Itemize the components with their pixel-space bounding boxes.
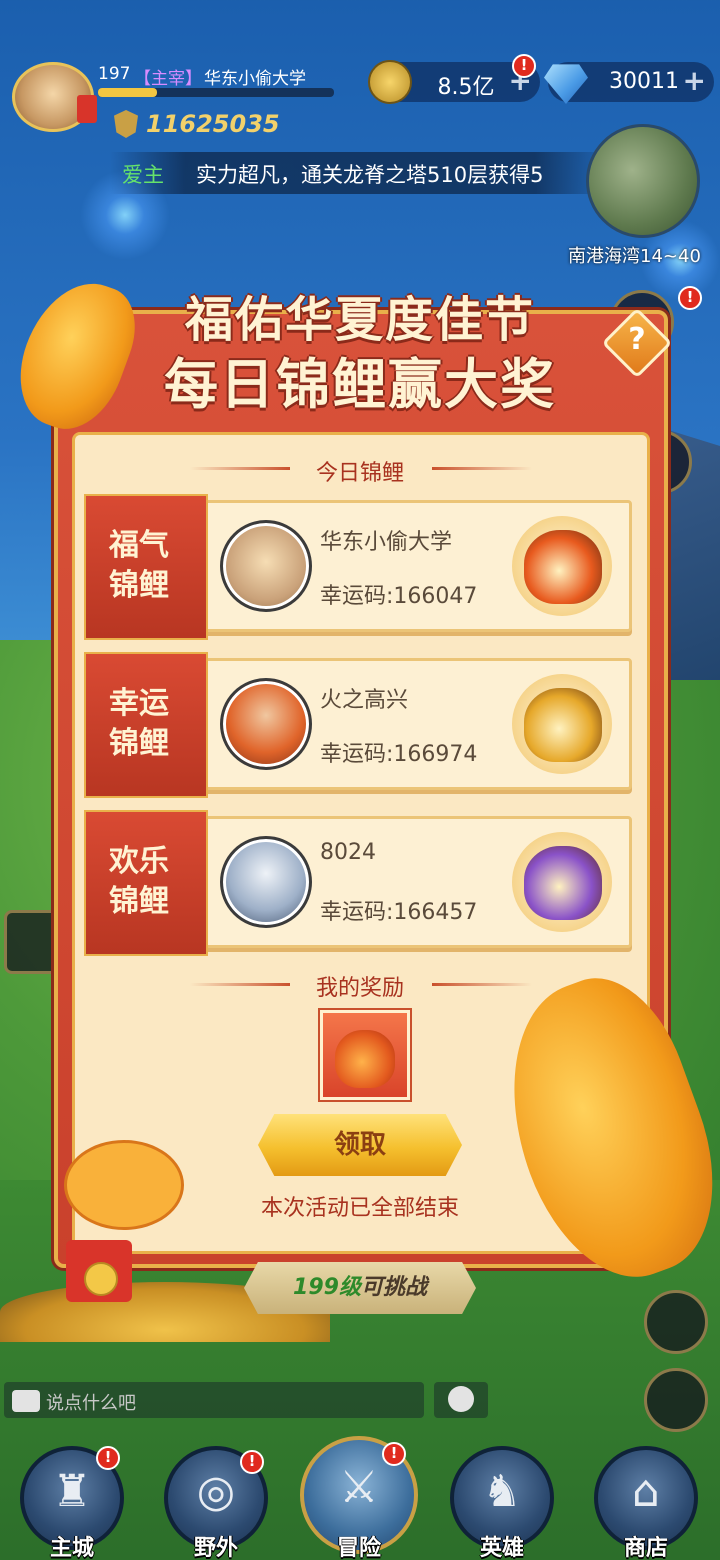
lucky-bag-icon[interactable] [524, 688, 602, 762]
today-koi-header: 今日锦鲤 [315, 461, 404, 486]
gem-value: 30011 [609, 69, 679, 94]
announcement-marquee: 爱主 实力超凡，通关龙脊之塔510层获得5 [110, 152, 610, 194]
chat-bubble-icon [12, 1390, 40, 1412]
nav-alert-dot: ! [382, 1442, 406, 1466]
lucky-bag-icon [335, 1030, 395, 1088]
gem-resource: 30011 + [544, 62, 714, 104]
winner-avatar[interactable] [220, 836, 312, 928]
coin-icon [84, 1262, 118, 1296]
combat-power: 11625035 [114, 110, 280, 138]
nav-alert-dot: ! [96, 1446, 120, 1470]
my-reward-header: 我的奖励 [315, 976, 404, 1001]
sword-icon: ⚔ [339, 1462, 379, 1513]
lucky-bag-icon[interactable] [524, 530, 602, 604]
winner-name: 火之高兴 [320, 688, 409, 713]
player-avatar[interactable] [12, 62, 97, 132]
winner-name: 华东小偷大学 [320, 530, 453, 555]
xp-fill [98, 88, 157, 97]
winner-avatar[interactable] [220, 520, 312, 612]
winner-lucky-code: 幸运码:166047 [320, 584, 478, 609]
shop-icon: ⌂ [632, 1466, 660, 1517]
player-rank: 【主宰】 [134, 69, 202, 89]
winner-tag: 欢乐锦鲤 [84, 810, 208, 956]
nav-label: 英雄 [479, 1536, 524, 1560]
power-value: 11625035 [146, 110, 280, 138]
helmet-icon: ♞ [482, 1466, 522, 1517]
scroll-icon[interactable] [644, 1368, 708, 1432]
nav-label: 野外 [193, 1536, 238, 1560]
winner-tag: 福气锦鲤 [84, 494, 208, 640]
coin-icon [368, 60, 412, 104]
winner-tag-text: 幸运锦鲤 [109, 686, 169, 761]
winner-tag-text: 欢乐锦鲤 [109, 844, 169, 919]
lucky-bag-icon[interactable] [524, 846, 602, 920]
chat-placeholder: 说点什么吧 [46, 1393, 136, 1414]
player-info: 197 【主宰】 华东小偷大学 [96, 62, 334, 100]
minimap-location: 南港海湾14~40 [568, 246, 701, 267]
nav-label: 冒险 [336, 1536, 381, 1560]
player-name: 华东小偷大学 [204, 69, 306, 89]
challenge-text: 可挑战 [360, 1275, 427, 1300]
challenge-button[interactable]: 199级可挑战 [244, 1262, 476, 1314]
marquee-text: 实力超凡，通关龙脊之塔510层获得5 [196, 163, 544, 187]
red-envelope-badge [77, 95, 97, 123]
add-gems-button[interactable]: + [683, 66, 706, 96]
coin-alert-dot: ! [512, 54, 536, 78]
xp-bar [98, 88, 334, 97]
castle-icon: ♜ [52, 1466, 92, 1517]
nav-alert-dot: ! [240, 1450, 264, 1474]
winner-tag: 幸运锦鲤 [84, 652, 208, 798]
horn-icon[interactable] [644, 1290, 708, 1354]
winner-name: 8024 [320, 840, 376, 865]
question-icon: ? [628, 322, 646, 357]
winner-tag-text: 福气锦鲤 [109, 528, 169, 603]
winner-row: 福气锦鲤 华东小偷大学 幸运码:166047 [84, 494, 632, 640]
winner-row: 幸运锦鲤 火之高兴 幸运码:166974 [84, 652, 632, 798]
nav-label: 主城 [49, 1536, 94, 1560]
shield-icon [114, 110, 138, 138]
coin-value: 8.5亿 [437, 75, 495, 100]
emoji-icon [448, 1386, 474, 1412]
winner-lucky-code: 幸运码:166974 [320, 742, 478, 767]
winner-lucky-code: 幸运码:166457 [320, 900, 478, 925]
minimap[interactable] [586, 124, 700, 238]
event-ended-text: 本次活动已全部结束 [260, 1196, 459, 1221]
winner-avatar[interactable] [220, 678, 312, 770]
marquee-player-name: 爱主 [122, 163, 164, 187]
divider [432, 983, 532, 986]
challenge-level: 199级 [293, 1275, 361, 1300]
diamond-icon [544, 64, 588, 104]
claim-button[interactable]: 领取 [258, 1114, 462, 1176]
winner-row: 欢乐锦鲤 8024 幸运码:166457 [84, 810, 632, 956]
player-level: 197 [98, 64, 131, 84]
divider [432, 467, 532, 470]
nav-label: 商店 [623, 1536, 668, 1560]
